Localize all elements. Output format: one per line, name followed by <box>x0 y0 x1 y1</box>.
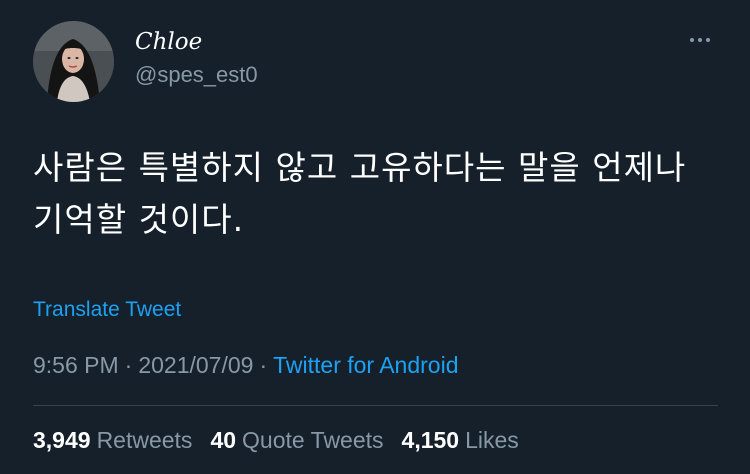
tweet-time[interactable]: 9:56 PM <box>33 352 119 378</box>
tweet-date[interactable]: 2021/07/09 <box>138 352 253 378</box>
likes-count: 4,150 <box>401 427 460 453</box>
quote-tweets-stat[interactable]: 40 Quote Tweets <box>210 425 383 455</box>
more-options-button[interactable] <box>680 28 720 52</box>
avatar[interactable] <box>33 21 114 102</box>
avatar-image <box>33 21 114 102</box>
tweet-metadata: 9:56 PM · 2021/07/09 · Twitter for Android <box>33 350 458 380</box>
quote-tweets-count: 40 <box>210 427 237 453</box>
tweet-stats: 3,949 Retweets 40 Quote Tweets 4,150 Likes <box>33 425 519 455</box>
tweet-source-link[interactable]: Twitter for Android <box>273 352 458 378</box>
separator: · <box>124 352 133 378</box>
tweet-text: 사람은 특별하지 않고 고유하다는 말을 언제나 기억할 것이다. <box>33 148 687 239</box>
display-name[interactable]: Chloe <box>135 28 202 56</box>
more-horizontal-icon-dot <box>706 38 710 42</box>
likes-label: Likes <box>465 427 519 453</box>
divider <box>33 405 718 406</box>
more-horizontal-icon <box>690 38 694 42</box>
more-horizontal-icon-dot <box>698 38 702 42</box>
retweets-stat[interactable]: 3,949 Retweets <box>33 425 192 455</box>
quote-tweets-label: Quote Tweets <box>242 427 384 453</box>
retweets-count: 3,949 <box>33 427 91 453</box>
separator: · <box>259 352 268 378</box>
translate-tweet-link[interactable]: Translate Tweet <box>33 296 181 324</box>
likes-stat[interactable]: 4,150 Likes <box>402 425 519 455</box>
retweets-label: Retweets <box>96 427 193 453</box>
user-handle[interactable]: @spes_est0 <box>135 61 258 89</box>
